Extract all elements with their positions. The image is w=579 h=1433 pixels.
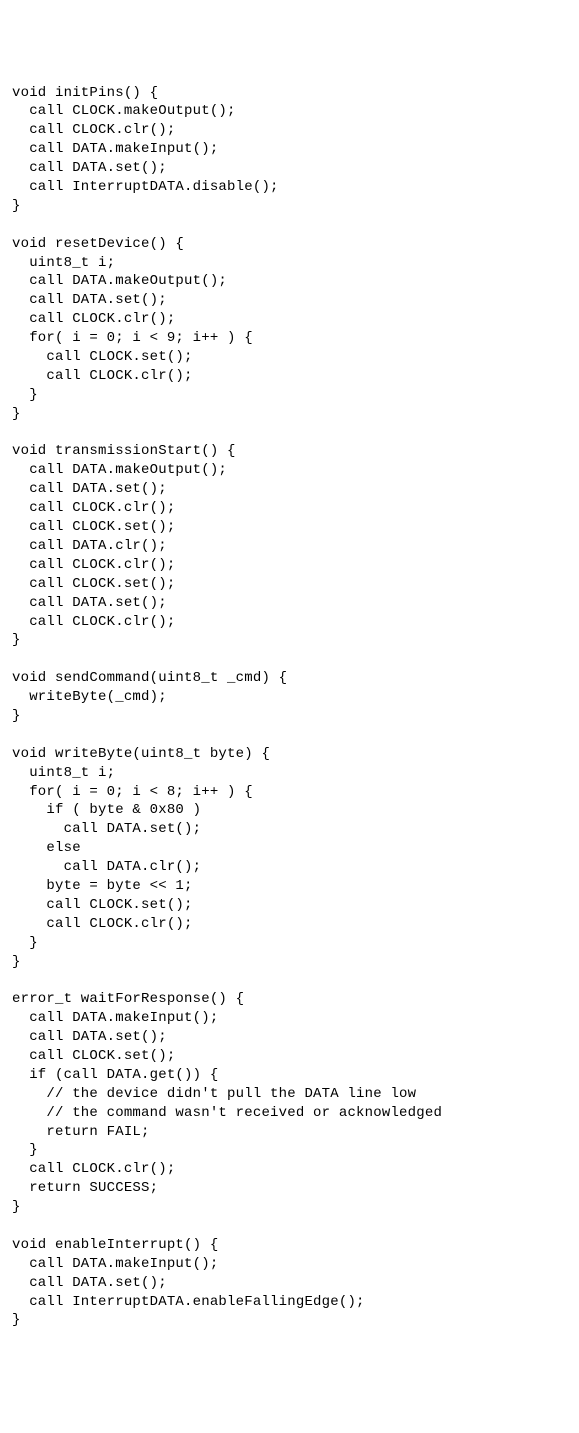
code-listing: void initPins() { call CLOCK.makeOutput(… [12,84,567,1331]
